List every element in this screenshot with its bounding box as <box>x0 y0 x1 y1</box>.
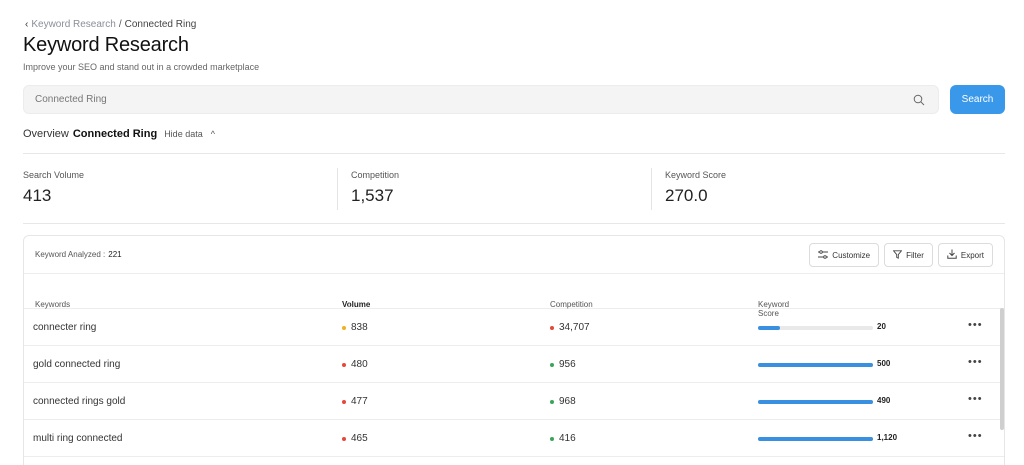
page-title: Keyword Research <box>23 34 189 56</box>
search-icon[interactable] <box>912 93 926 107</box>
competition-value: 968 <box>559 396 576 407</box>
scrollbar[interactable] <box>1000 308 1004 430</box>
breadcrumb-separator: / <box>118 19 122 30</box>
search-input[interactable] <box>24 86 912 113</box>
status-dot <box>550 362 554 367</box>
more-options-icon[interactable]: ••• <box>968 356 983 368</box>
stat-competition: Competition 1,537 <box>351 170 399 206</box>
score-bar-fill <box>758 326 780 330</box>
score-bar-fill <box>758 437 873 441</box>
more-options-icon[interactable]: ••• <box>968 430 983 442</box>
competition-cell: 968 <box>550 396 576 407</box>
keyword-cell[interactable]: connected rings gold <box>33 396 125 407</box>
customize-label: Customize <box>832 250 871 260</box>
download-icon <box>947 249 957 261</box>
breadcrumb: ‹ Keyword Research / Connected Ring <box>25 19 196 30</box>
score-value: 500 <box>877 359 891 368</box>
export-button[interactable]: Export <box>937 243 993 267</box>
overview-label: Overview <box>23 128 69 140</box>
sliders-icon <box>818 249 829 261</box>
table-row[interactable]: connected rings gold 477 968 490 ••• <box>24 383 1004 420</box>
divider <box>23 223 1005 224</box>
score-value: 490 <box>877 396 891 405</box>
status-dot <box>342 399 346 404</box>
status-dot <box>550 399 554 404</box>
status-dot <box>550 436 554 441</box>
export-label: Export <box>960 250 984 260</box>
keyword-analyzed-count: 221 <box>108 250 122 259</box>
competition-cell: 34,707 <box>550 322 590 333</box>
sort-arrow-icon[interactable]: ↓ <box>555 300 559 309</box>
status-dot <box>342 436 346 441</box>
volume-cell: 480 <box>342 359 368 370</box>
chevron-left-icon[interactable]: ‹ <box>25 19 28 30</box>
competition-value: 34,707 <box>559 322 590 333</box>
volume-value: 477 <box>351 396 368 407</box>
status-dot <box>342 325 346 330</box>
table-row[interactable]: gold connected ring 480 956 500 ••• <box>24 346 1004 383</box>
score-value: 20 <box>877 322 886 331</box>
stat-label: Competition <box>351 170 400 180</box>
volume-cell: 465 <box>342 433 368 444</box>
divider <box>651 168 652 210</box>
stat-label: Keyword Score <box>665 170 727 180</box>
stat-value: 270.0 <box>665 186 708 205</box>
sort-arrow-icon[interactable]: ↓ <box>40 300 44 309</box>
competition-value: 956 <box>559 359 576 370</box>
table-header: Keywords ↓ Volume ↓ Competition ↓ Keyword S… <box>24 274 1004 318</box>
filter-button[interactable]: Filter <box>884 243 933 267</box>
overview-header: Overview Connected Ring Hide data ^ <box>23 128 215 140</box>
hide-data-toggle[interactable]: Hide data <box>164 129 203 139</box>
breadcrumb-parent[interactable]: Keyword Research <box>31 19 115 30</box>
search-box <box>23 85 939 114</box>
stat-value: 413 <box>23 186 52 205</box>
volume-value: 838 <box>351 322 368 333</box>
overview-keyword: Connected Ring <box>72 128 158 140</box>
status-dot <box>550 325 554 330</box>
breadcrumb-current: Connected Ring <box>124 19 197 30</box>
table-row[interactable]: connecter ring 838 34,707 20 ••• <box>24 309 1004 346</box>
keyword-table: Keyword Analyzed : 221 Customize Filter … <box>23 235 1005 465</box>
keyword-cell[interactable]: multi ring connected <box>33 433 123 444</box>
competition-cell: 416 <box>550 433 576 444</box>
stat-keyword-score: Keyword Score 270.0 <box>665 170 726 206</box>
more-options-icon[interactable]: ••• <box>968 393 983 405</box>
score-bar <box>758 363 873 367</box>
filter-label: Filter <box>906 250 924 260</box>
volume-value: 465 <box>351 433 368 444</box>
divider <box>23 153 1005 154</box>
competition-value: 416 <box>559 433 576 444</box>
stat-label: Search Volume <box>23 170 85 180</box>
volume-cell: 838 <box>342 322 368 333</box>
keyword-cell[interactable]: connecter ring <box>33 322 96 333</box>
filter-icon <box>892 249 903 261</box>
stat-search-volume: Search Volume 413 <box>23 170 84 206</box>
chevron-up-icon[interactable]: ^ <box>211 129 215 139</box>
score-bar <box>758 326 873 330</box>
competition-cell: 956 <box>550 359 576 370</box>
score-bar-fill <box>758 400 873 404</box>
score-bar <box>758 400 873 404</box>
page-subtitle: Improve your SEO and stand out in a crow… <box>23 62 260 72</box>
customize-button[interactable]: Customize <box>809 243 880 267</box>
keyword-analyzed-label: Keyword Analyzed : <box>35 250 106 259</box>
volume-value: 480 <box>351 359 368 370</box>
more-options-icon[interactable]: ••• <box>968 319 983 331</box>
keyword-cell[interactable]: gold connected ring <box>33 359 120 370</box>
volume-cell: 477 <box>342 396 368 407</box>
table-toolbar: Customize Filter Export <box>809 243 993 267</box>
sort-arrow-icon[interactable]: ↓ <box>763 300 767 309</box>
score-value: 1,120 <box>877 433 898 442</box>
score-bar-fill <box>758 363 873 367</box>
sort-arrow-icon[interactable]: ↓ <box>347 300 351 309</box>
stat-value: 1,537 <box>351 186 394 205</box>
score-bar <box>758 437 873 441</box>
divider <box>337 168 338 210</box>
search-button[interactable]: Search <box>950 85 1005 114</box>
status-dot <box>342 362 346 367</box>
table-row[interactable]: multi ring connected 465 416 1,120 ••• <box>24 420 1004 457</box>
